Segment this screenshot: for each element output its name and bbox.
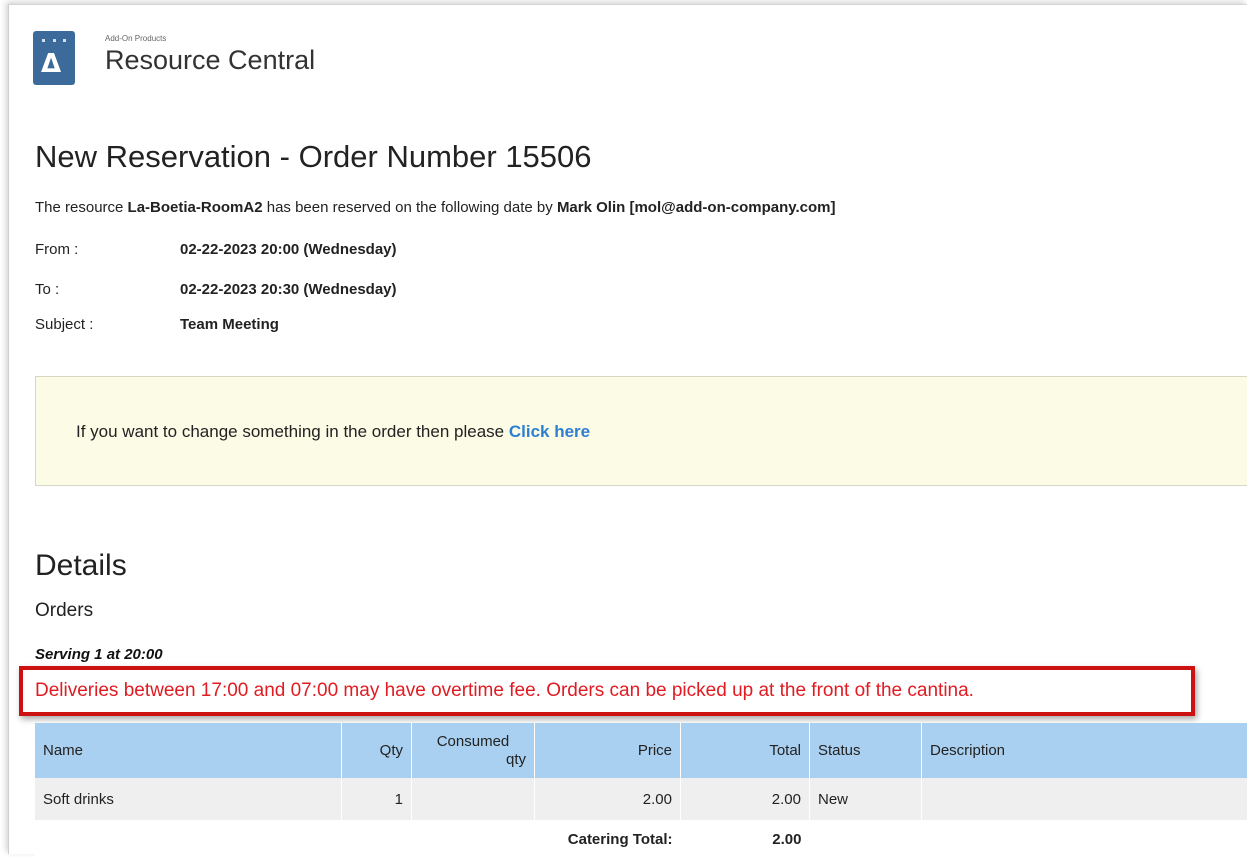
row-consumed <box>412 778 535 820</box>
subject-value: Team Meeting <box>180 316 279 333</box>
resource-name: La-Boetia-RoomA2 <box>128 199 263 216</box>
table-row: Soft drinks 1 2.00 2.00 New <box>35 778 1247 820</box>
brand-name: Resource Central <box>105 45 315 76</box>
orders-heading: Orders <box>35 600 93 622</box>
delivery-notice-text: Deliveries between 17:00 and 07:00 may h… <box>35 680 974 702</box>
row-status: New <box>810 778 922 820</box>
delivery-notice: Deliveries between 17:00 and 07:00 may h… <box>19 666 1195 716</box>
header-description: Description <box>922 723 1247 778</box>
row-description <box>922 778 1247 820</box>
catering-total-label: Catering Total: <box>35 820 681 858</box>
to-label: To : <box>35 281 180 298</box>
email-frame: Δ Add-On Products Resource Central New R… <box>8 4 1247 854</box>
table-header-row: Name Qty Consumed qty Price Total Status… <box>35 723 1247 778</box>
from-value: 02-22-2023 20:00 (Wednesday) <box>180 241 397 258</box>
serving-label: Serving 1 at 20:00 <box>35 646 163 663</box>
header-price: Price <box>535 723 681 778</box>
row-name: Soft drinks <box>35 778 342 820</box>
brand-subtitle: Add-On Products <box>105 34 166 43</box>
orders-table: Name Qty Consumed qty Price Total Status… <box>35 723 1247 858</box>
header-qty: Qty <box>342 723 412 778</box>
header-name: Name <box>35 723 342 778</box>
page-title: New Reservation - Order Number 15506 <box>35 139 592 175</box>
header-status: Status <box>810 723 922 778</box>
change-order-message: If you want to change something in the o… <box>76 422 590 442</box>
to-row: To :02-22-2023 20:30 (Wednesday) <box>35 281 397 298</box>
header-total: Total <box>681 723 810 778</box>
intro-prefix: The resource <box>35 199 128 216</box>
change-order-box: If you want to change something in the o… <box>35 376 1247 486</box>
reservation-intro: The resource La-Boetia-RoomA2 has been r… <box>35 199 835 216</box>
to-value: 02-22-2023 20:30 (Wednesday) <box>180 281 397 298</box>
from-label: From : <box>35 241 180 258</box>
intro-middle: has been reserved on the following date … <box>263 199 557 216</box>
catering-total-value: 2.00 <box>681 820 810 858</box>
change-order-text: If you want to change something in the o… <box>76 422 509 441</box>
reserved-by: Mark Olin [mol@add-on-company.com] <box>557 199 836 216</box>
subject-label: Subject : <box>35 316 180 333</box>
table-footer-row: Catering Total: 2.00 <box>35 820 1247 858</box>
row-total: 2.00 <box>681 778 810 820</box>
subject-row: Subject :Team Meeting <box>35 316 279 333</box>
click-here-link[interactable]: Click here <box>509 422 590 441</box>
details-heading: Details <box>35 549 127 583</box>
header-consumed-qty: Consumed qty <box>412 723 535 778</box>
resource-central-logo-icon: Δ <box>33 31 75 85</box>
row-qty: 1 <box>342 778 412 820</box>
from-row: From :02-22-2023 20:00 (Wednesday) <box>35 241 397 258</box>
row-price: 2.00 <box>535 778 681 820</box>
